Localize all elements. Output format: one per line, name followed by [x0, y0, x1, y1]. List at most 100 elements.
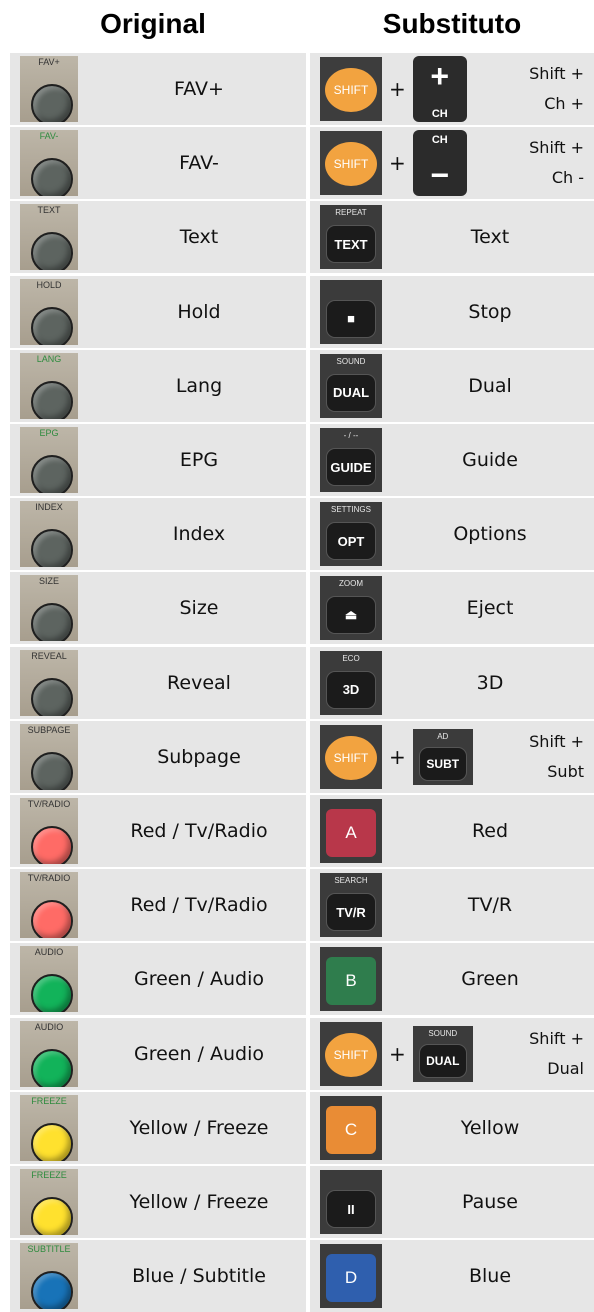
substitute-cell: SOUND DUAL Dual	[310, 349, 594, 422]
combo-text-line: Shift +	[529, 1028, 584, 1048]
original-cell: FAV- FAV-	[10, 127, 306, 200]
substitute-combo-text: Shift + Subt	[500, 727, 584, 787]
substitute-function-name: Eject	[466, 597, 514, 620]
original-function-name: Text	[179, 226, 219, 249]
substitute-function-name: Green	[461, 968, 519, 991]
substitute-button: REPEAT TEXT	[320, 205, 382, 270]
original-button-label: FREEZE	[31, 1170, 67, 1180]
original-cell: INDEX Index	[10, 498, 306, 571]
original-function-name: Green / Audio	[133, 1042, 265, 1065]
original-button-photo: AUDIO	[20, 1020, 78, 1087]
button-face-label: DUAL	[418, 1043, 467, 1078]
button-combo: SHIFT + SOUND DUAL	[320, 1021, 473, 1086]
table-row: TEXT Text REPEAT TEXT Text	[0, 201, 594, 274]
substitute-cell: REPEAT TEXT Text	[310, 201, 594, 274]
substitute-function-name: Red	[471, 820, 509, 842]
original-function-name: Red / Tv/Radio	[130, 894, 268, 917]
substitute-button: D	[320, 1244, 382, 1309]
substitute-button: B	[320, 947, 382, 1012]
shift-button: SHIFT	[320, 131, 382, 196]
original-button-photo: TV/RADIO	[20, 798, 78, 864]
table-row: HOLD Hold ■ Stop	[0, 275, 594, 348]
original-button-photo: HOLD	[20, 278, 78, 345]
original-button-label: HOLD	[36, 279, 62, 290]
original-button-photo: SIZE	[20, 575, 78, 642]
substitute-cell: SHIFT + SOUND DUAL Shift + Dual	[310, 1017, 594, 1090]
original-knob	[31, 455, 73, 493]
substitute-cell: - / -- GUIDE Guide	[310, 424, 594, 496]
substitute-cell: D Blue	[310, 1240, 594, 1312]
original-button-label: SUBPAGE	[27, 724, 71, 735]
substitute-function-name: Blue	[468, 1265, 512, 1288]
substitute-function-name: Options	[453, 523, 527, 546]
original-button-photo: FAV-	[20, 130, 78, 197]
shift-button-label: SHIFT	[325, 1032, 377, 1077]
button-top-label: - / --	[343, 431, 359, 440]
original-knob	[31, 1048, 73, 1087]
plus-sign: +	[389, 744, 406, 769]
original-button-photo: FAV+	[20, 56, 78, 122]
table-row: TV/RADIO Red / Tv/Radio SEARCH TV/R TV/R	[0, 869, 594, 942]
original-function-name: Reveal	[167, 671, 231, 694]
original-knob	[31, 380, 73, 419]
original-button-photo: INDEX	[20, 501, 78, 568]
color-button-label: C	[326, 1105, 376, 1154]
remote-button: REPEAT TEXT	[320, 205, 382, 270]
original-knob	[31, 232, 73, 271]
original-function-name: Green / Audio	[133, 968, 265, 991]
original-cell: AUDIO Green / Audio	[10, 943, 306, 1016]
button-combo: SHIFT + CH −	[320, 130, 467, 197]
original-button-label: FREEZE	[31, 1095, 67, 1106]
header-substitute: Substituto	[382, 8, 522, 39]
button-face-label: ■	[326, 299, 376, 338]
original-button-label: LANG	[36, 353, 62, 364]
substitute-cell: ECO 3D 3D	[310, 646, 594, 719]
combo-text-line: Shift +	[529, 64, 584, 83]
original-button-photo: SUBTITLE	[20, 1243, 78, 1310]
original-button-photo: AUDIO	[20, 946, 78, 1013]
original-knob	[31, 158, 73, 197]
button-top-label: SETTINGS	[330, 505, 371, 515]
substitute-cell: SETTINGS OPT Options	[310, 498, 594, 571]
substitute-cell: SHIFT + AD SUBT Shift + Subt	[310, 720, 594, 793]
button-top-label: ECO	[342, 653, 360, 663]
original-button-photo: TV/RADIO	[20, 872, 78, 939]
substitute-cell: C Yellow	[310, 1091, 594, 1164]
button-top-label: SOUND	[428, 1028, 458, 1038]
substitute-button: C	[320, 1095, 382, 1160]
button-top-label: ZOOM	[339, 579, 363, 589]
combo-text-line: Shift +	[529, 138, 584, 158]
channel-label: CH	[431, 108, 448, 120]
remote-button: SETTINGS OPT	[320, 502, 382, 567]
table-row: SUBPAGE Subpage SHIFT + AD SUBT Shift + Subt	[0, 720, 594, 793]
shift-button-label: SHIFT	[325, 142, 377, 187]
table-row: AUDIO Green / Audio B Green	[0, 943, 594, 1016]
table-row: REVEAL Reveal ECO 3D 3D	[0, 646, 594, 719]
original-cell: SIZE Size	[10, 572, 306, 645]
channel-sign: −	[430, 157, 450, 194]
combo-text-line: Subt	[547, 761, 584, 781]
original-button-photo: TEXT	[20, 204, 78, 271]
color-button: C	[320, 1095, 382, 1160]
original-cell: TV/RADIO Red / Tv/Radio	[10, 869, 306, 942]
remote-button: ■	[320, 279, 382, 344]
shift-button: SHIFT	[320, 57, 382, 121]
original-knob	[31, 306, 73, 345]
substitute-combo-text: Shift + Ch -	[500, 133, 584, 193]
channel-button: CH −	[412, 130, 467, 197]
substitute-button: A	[320, 799, 382, 863]
remote-button: SOUND DUAL	[320, 353, 382, 418]
original-knob	[31, 677, 73, 716]
original-cell: TV/RADIO Red / Tv/Radio	[10, 795, 306, 867]
substitute-cell: SEARCH TV/R TV/R	[310, 869, 594, 942]
color-button-label: D	[326, 1254, 376, 1303]
substitute-function-name: TV/R	[467, 894, 513, 917]
button-face-label: TV/R	[326, 893, 376, 932]
channel-label: CH	[431, 134, 448, 147]
original-button-label: EPG	[39, 428, 59, 438]
button-face-label: II	[326, 1190, 376, 1228]
table-row: SIZE Size ZOOM ⏏ Eject	[0, 572, 594, 645]
remote-button: - / -- GUIDE	[320, 428, 382, 492]
substitute-combo-text: Shift + Dual	[500, 1024, 584, 1084]
original-button-label: TV/RADIO	[27, 799, 71, 809]
